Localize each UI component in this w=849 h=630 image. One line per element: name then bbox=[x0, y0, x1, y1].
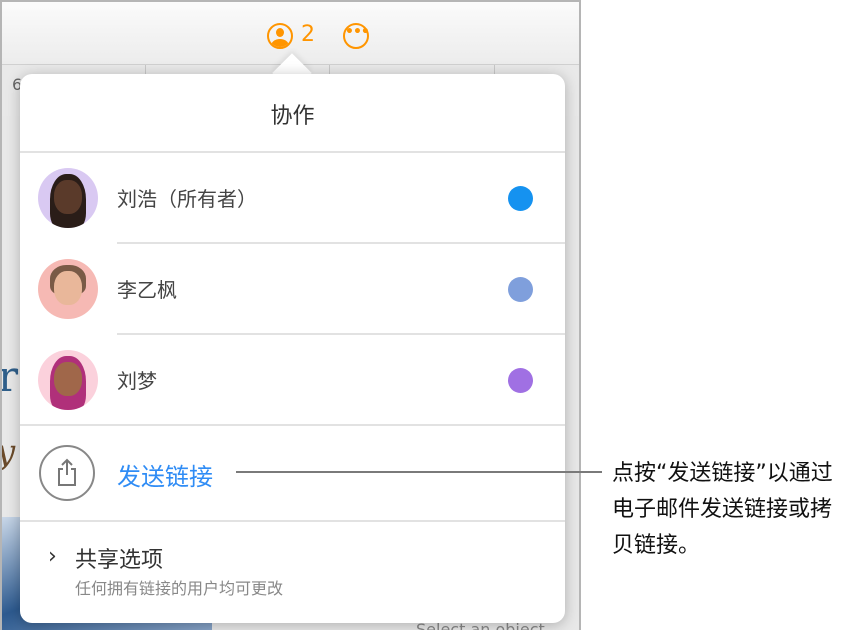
participant-color-dot bbox=[508, 368, 533, 393]
participant-name: 李乙枫 bbox=[117, 274, 177, 303]
send-link-label: 发送链接 bbox=[117, 457, 213, 492]
share-options-title: 共享选项 bbox=[75, 542, 163, 574]
collaboration-icon[interactable] bbox=[267, 23, 293, 49]
document-text-fragment: r bbox=[0, 352, 18, 401]
avatar bbox=[38, 259, 98, 319]
participant-name: 刘浩（所有者） bbox=[117, 183, 257, 212]
send-link-button[interactable]: 发送链接 bbox=[20, 426, 565, 522]
chevron-right-icon: › bbox=[48, 544, 57, 569]
callout-line bbox=[236, 471, 602, 473]
participant-row[interactable]: 刘浩（所有者） bbox=[20, 153, 565, 244]
popover-title: 协作 bbox=[20, 98, 565, 130]
collaborator-count[interactable]: 2 bbox=[301, 22, 315, 47]
participant-row[interactable]: 刘梦 bbox=[20, 335, 565, 426]
callout-text: 点按“发送链接”以通过电子邮件发送链接或拷贝链接。 bbox=[612, 456, 848, 564]
document-text-fragment: y bbox=[0, 432, 15, 472]
share-options-toggle[interactable]: › 共享选项 任何拥有链接的用户均可更改 bbox=[20, 522, 565, 622]
avatar bbox=[38, 168, 98, 228]
participant-name: 刘梦 bbox=[117, 365, 157, 394]
share-icon bbox=[39, 445, 95, 501]
share-options-subtitle: 任何拥有链接的用户均可更改 bbox=[75, 575, 283, 599]
participant-color-dot bbox=[508, 277, 533, 302]
app-window: 2 ••• 6 r y Select an object 协作 刘浩（所有者） … bbox=[0, 0, 581, 630]
avatar bbox=[38, 350, 98, 410]
collaboration-popover: 协作 刘浩（所有者） 李乙枫 刘梦 发送链接 › 共 bbox=[20, 74, 565, 623]
participant-color-dot bbox=[508, 186, 533, 211]
participant-row[interactable]: 李乙枫 bbox=[20, 244, 565, 335]
more-options-icon[interactable]: ••• bbox=[343, 23, 369, 49]
